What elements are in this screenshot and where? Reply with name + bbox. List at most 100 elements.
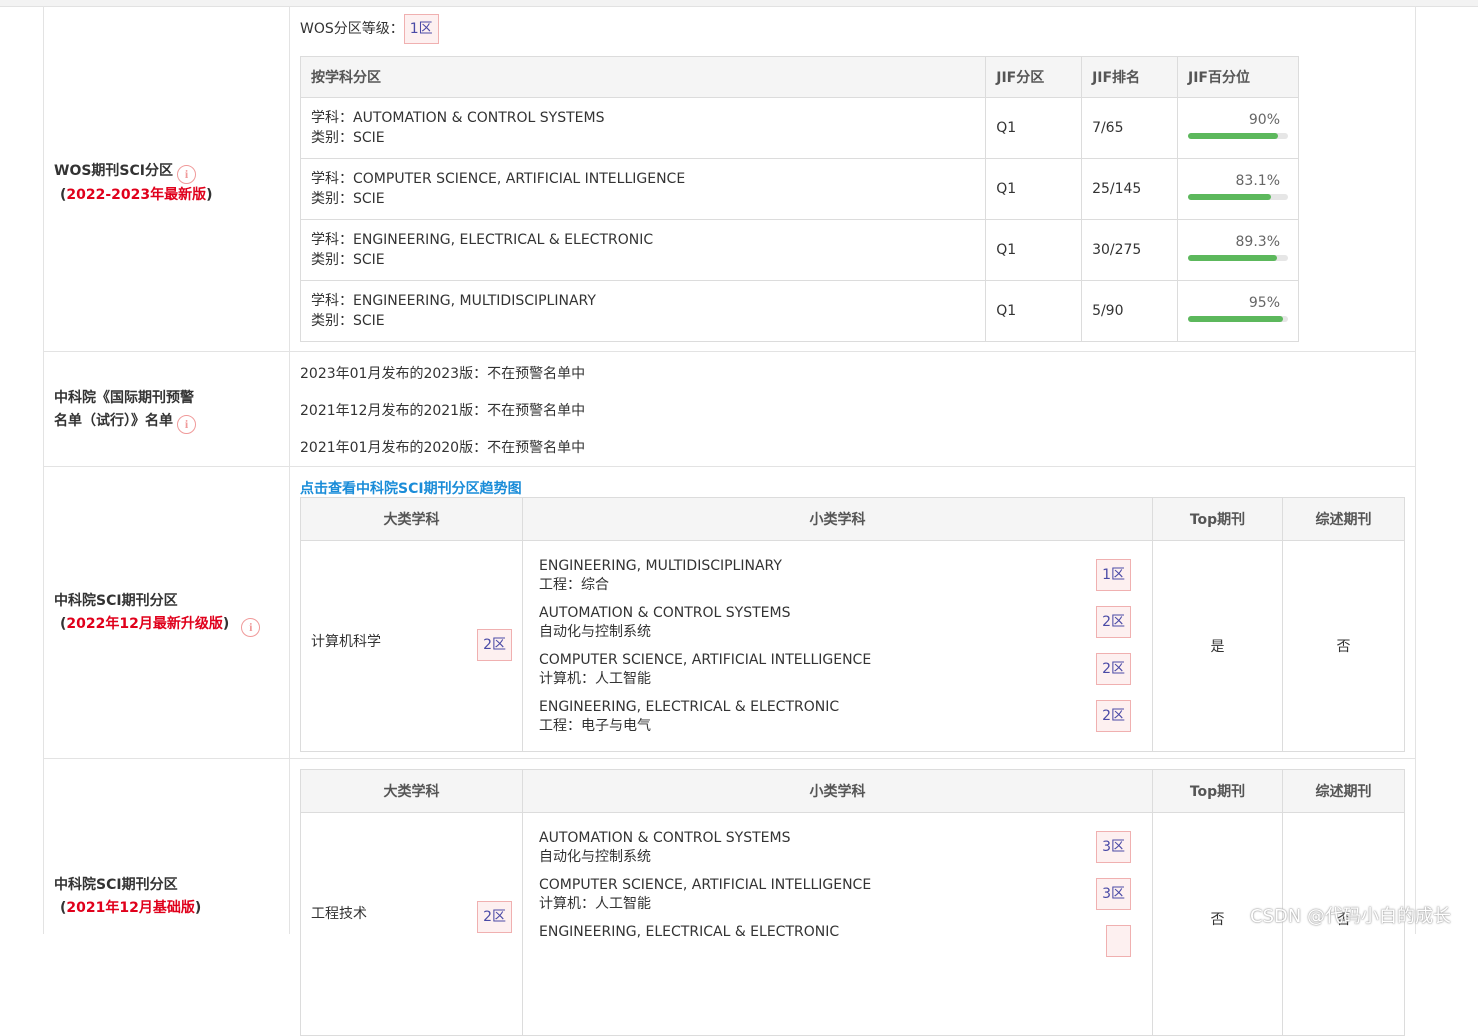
jif-rank: 25/145 — [1081, 158, 1178, 220]
row-divider — [43, 758, 1416, 759]
subject-category: 类别：SCIE — [311, 191, 385, 207]
table-row: 学科：ENGINEERING, MULTIDISCIPLINARY 类别：SCIE… — [299, 280, 1299, 342]
warning-status-2021: 2021年12月发布的2021版：不在预警名单中 — [300, 403, 586, 419]
minor-subject-en: COMPUTER SCIENCE, ARTIFICIAL INTELLIGENC… — [539, 877, 872, 893]
cas2021-section-label: 中科院SCI期刊分区 (2021年12月基础版) — [54, 877, 202, 916]
cas2022-table: 大类学科 小类学科 Top期刊 综述期刊 计算机科学 2区 ENGINEERIN… — [300, 497, 1405, 752]
table-border-left — [43, 6, 44, 934]
major-subject-name: 工程技术 — [311, 906, 367, 922]
minor-subject-cn: 自动化与控制系统 — [539, 624, 651, 640]
major-zone-badge: 2区 — [477, 629, 512, 661]
col-header-minor: 小类学科 — [522, 497, 1153, 541]
subject-name: 学科：AUTOMATION & CONTROL SYSTEMS — [311, 110, 605, 126]
jif-quartile: Q1 — [985, 97, 1083, 159]
percentile-bar — [1188, 194, 1288, 200]
minor-subject-en: ENGINEERING, ELECTRICAL & ELECTRONIC — [539, 924, 840, 940]
minor-subjects-cell: AUTOMATION & CONTROL SYSTEMS 自动化与控制系统 3区 C… — [522, 812, 1153, 1036]
jif-quartile: Q1 — [985, 219, 1083, 281]
warning-status-2020: 2021年01月发布的2020版：不在预警名单中 — [300, 440, 586, 456]
percentile-text: 83.1% — [1235, 173, 1280, 189]
wos-section-label: WOS期刊SCI分区 i (2022-2023年最新版) — [54, 163, 213, 203]
cas2022-edition: 2022年12月最新升级版 — [66, 616, 223, 632]
percentile-text: 90% — [1248, 112, 1280, 128]
row-divider — [43, 351, 1416, 352]
subject-name: 学科：COMPUTER SCIENCE, ARTIFICIAL INTELLIG… — [311, 171, 686, 187]
minor-zone-badge — [1105, 925, 1131, 957]
col-header-jif-quartile: JIF分区 — [985, 56, 1083, 98]
warning-label-line1: 中科院《国际期刊预警 — [54, 390, 194, 406]
wos-level-label: WOS分区等级： — [300, 21, 404, 37]
info-circle-icon[interactable]: i — [177, 415, 196, 434]
minor-zone-badge: 2区 — [1096, 653, 1131, 685]
wos-edition: 2022-2023年最新版 — [66, 187, 207, 203]
table-row: 学科：AUTOMATION & CONTROL SYSTEMS 类别：SCIE Q… — [299, 97, 1299, 159]
warning-label-line2: 名单（试行）》名单 — [54, 413, 173, 429]
jif-quartile: Q1 — [985, 158, 1083, 220]
table-border-right — [1415, 6, 1416, 934]
subject-cell: 学科：COMPUTER SCIENCE, ARTIFICIAL INTELLIG… — [299, 158, 987, 220]
minor-zone-badge: 2区 — [1096, 606, 1131, 638]
minor-subjects-cell: ENGINEERING, MULTIDISCIPLINARY 工程：综合 1区 AU… — [522, 540, 1153, 752]
col-header-review: 综述期刊 — [1282, 769, 1405, 813]
wos-label-text: WOS期刊SCI分区 — [54, 163, 173, 179]
minor-subject-item: ENGINEERING, ELECTRICAL & ELECTRONIC 工程：电… — [524, 696, 1151, 743]
minor-subject-cn: 自动化与控制系统 — [539, 849, 651, 865]
subject-cell: 学科：AUTOMATION & CONTROL SYSTEMS 类别：SCIE — [299, 97, 987, 159]
jif-rank: 5/90 — [1081, 280, 1178, 342]
jif-percentile-cell: 83.1% — [1177, 158, 1299, 220]
col-header-top: Top期刊 — [1152, 497, 1283, 541]
minor-zone-badge: 3区 — [1096, 831, 1131, 863]
col-header-top: Top期刊 — [1152, 769, 1283, 813]
major-subject-cell: 工程技术 2区 — [300, 812, 523, 1036]
col-header-subject: 按学科分区 — [299, 56, 987, 98]
trend-chart-link[interactable]: 点击查看中科院SCI期刊分区趋势图 — [300, 478, 522, 498]
info-circle-icon[interactable]: i — [177, 165, 196, 184]
minor-subject-en: AUTOMATION & CONTROL SYSTEMS — [539, 605, 791, 621]
subject-cell: 学科：ENGINEERING, MULTIDISCIPLINARY 类别：SCIE — [299, 280, 987, 342]
table-row: 工程技术 2区 AUTOMATION & CONTROL SYSTEMS 自动化与… — [300, 812, 1405, 1036]
major-zone-badge: 2区 — [477, 901, 512, 933]
minor-subject-en: ENGINEERING, MULTIDISCIPLINARY — [539, 558, 782, 574]
minor-subject-cn: 计算机：人工智能 — [539, 896, 651, 912]
table-row: 学科：COMPUTER SCIENCE, ARTIFICIAL INTELLIG… — [299, 158, 1299, 220]
percentile-bar — [1188, 316, 1288, 322]
subject-name: 学科：ENGINEERING, MULTIDISCIPLINARY — [311, 293, 596, 309]
minor-subject-cn: 计算机：人工智能 — [539, 671, 651, 687]
review-journal-value: 否 — [1282, 540, 1405, 752]
cas2021-label-text: 中科院SCI期刊分区 — [54, 877, 178, 893]
minor-subject-item: COMPUTER SCIENCE, ARTIFICIAL INTELLIGENC… — [524, 649, 1151, 696]
jif-percentile-cell: 90% — [1177, 97, 1299, 159]
col-header-review: 综述期刊 — [1282, 497, 1405, 541]
percentile-text: 95% — [1248, 295, 1280, 311]
subject-cell: 学科：ENGINEERING, ELECTRICAL & ELECTRONIC 类… — [299, 219, 987, 281]
major-subject-cell: 计算机科学 2区 — [300, 540, 523, 752]
col-header-major: 大类学科 — [300, 497, 523, 541]
info-circle-icon[interactable]: i — [241, 618, 261, 637]
jif-percentile-cell: 95% — [1177, 280, 1299, 342]
col-header-jif-percentile: JIF百分位 — [1177, 56, 1299, 98]
minor-subject-item: AUTOMATION & CONTROL SYSTEMS 自动化与控制系统 3区 — [524, 827, 1151, 874]
minor-subject-item: AUTOMATION & CONTROL SYSTEMS 自动化与控制系统 2区 — [524, 602, 1151, 649]
percentile-bar — [1188, 133, 1288, 139]
cas2021-table: 大类学科 小类学科 Top期刊 综述期刊 工程技术 2区 AUTOMATION … — [300, 769, 1405, 1036]
cas2022-section-label: 中科院SCI期刊分区 (2022年12月最新升级版) i — [54, 590, 261, 637]
cas2021-edition: 2021年12月基础版 — [66, 900, 195, 916]
minor-zone-badge: 1区 — [1096, 559, 1131, 591]
major-subject-name: 计算机科学 — [311, 634, 381, 650]
minor-subject-en: AUTOMATION & CONTROL SYSTEMS — [539, 830, 791, 846]
minor-subject-cn: 工程：综合 — [539, 577, 609, 593]
jif-percentile-cell: 89.3% — [1177, 219, 1299, 281]
jif-quartile: Q1 — [985, 280, 1083, 342]
top-journal-value: 是 — [1152, 540, 1283, 752]
wos-level: WOS分区等级： 1区 — [300, 14, 439, 44]
subject-category: 类别：SCIE — [311, 130, 385, 146]
warning-status-2023: 2023年01月发布的2023版：不在预警名单中 — [300, 366, 586, 382]
table-row: 学科：ENGINEERING, ELECTRICAL & ELECTRONIC 类… — [299, 219, 1299, 281]
cas2022-label-text: 中科院SCI期刊分区 — [54, 593, 178, 609]
subject-category: 类别：SCIE — [311, 252, 385, 268]
percentile-text: 89.3% — [1235, 234, 1280, 250]
col-header-major: 大类学科 — [300, 769, 523, 813]
jif-rank: 30/275 — [1081, 219, 1178, 281]
minor-subject-en: ENGINEERING, ELECTRICAL & ELECTRONIC — [539, 699, 840, 715]
minor-zone-badge: 2区 — [1096, 700, 1131, 732]
